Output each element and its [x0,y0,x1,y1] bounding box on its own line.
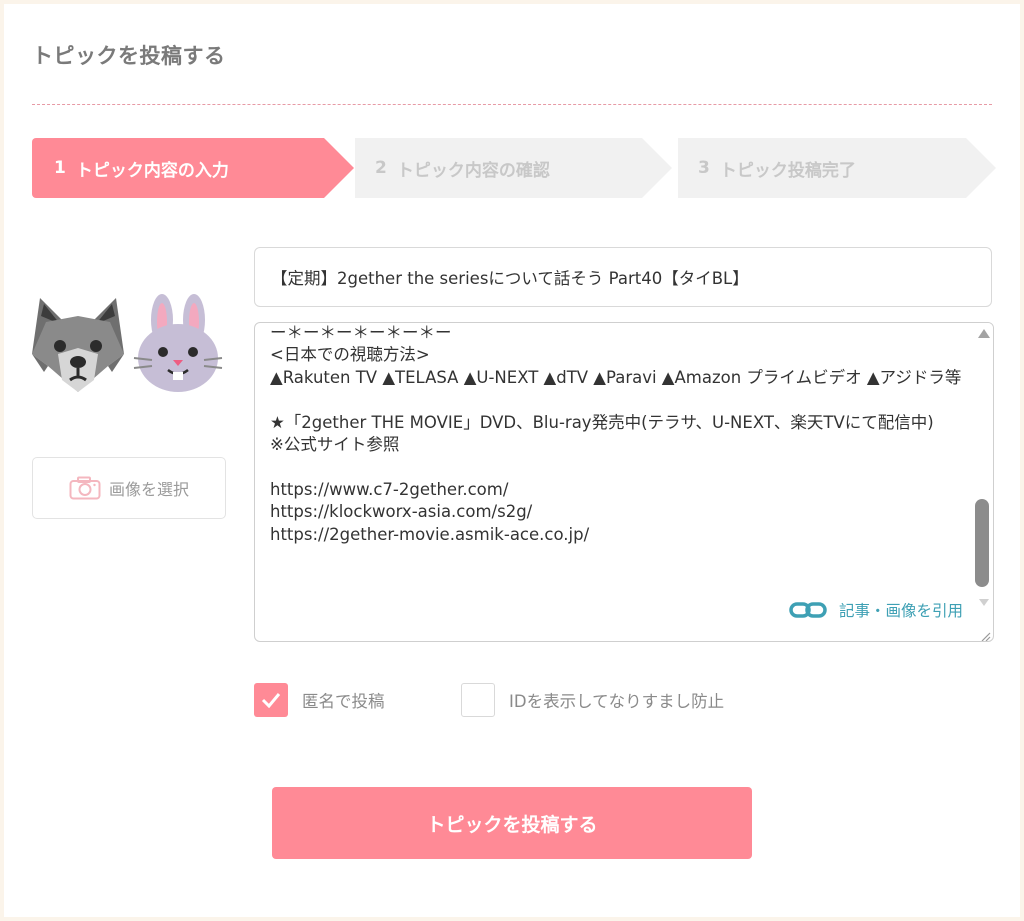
check-icon [261,693,281,708]
step-number: 3 [698,158,710,178]
cite-link-label: 記事・画像を引用 [838,602,963,620]
scroll-up-arrow-icon[interactable] [978,329,990,338]
body-scrollbar[interactable] [973,323,993,623]
step-number: 1 [54,158,66,178]
step-label: トピック内容の確認 [396,160,550,181]
show-id-checkbox[interactable] [461,683,495,717]
anonymous-label[interactable]: 匿名で投稿 [302,688,385,712]
select-image-button[interactable]: 画像を選択 [32,457,226,519]
title-divider [32,104,992,105]
show-id-label[interactable]: IDを表示してなりすまし防止 [509,688,724,712]
topic-body-text: ー＊ー＊ー＊ー＊ー＊ー <日本での視聴方法> ▲Rakuten TV ▲TELA… [270,323,962,544]
link-icon [789,601,827,619]
cite-article-image-link[interactable]: 記事・画像を引用 [788,599,963,621]
step-3-complete: 3 トピック投稿完了 [678,138,996,198]
select-image-label: 画像を選択 [108,480,189,499]
rabbit-icon [128,292,228,396]
step-label: トピック投稿完了 [719,160,856,181]
post-topic-button[interactable]: トピックを投稿する [272,787,752,859]
scroll-thumb[interactable] [975,499,989,587]
scroll-down-arrow-icon[interactable] [979,599,989,606]
topic-body-textarea[interactable]: ー＊ー＊ー＊ー＊ー＊ー <日本での視聴方法> ▲Rakuten TV ▲TELA… [254,322,994,642]
page-title: トピックを投稿する [32,44,226,68]
resize-handle-icon[interactable] [979,627,991,641]
anonymous-checkbox[interactable] [254,683,288,717]
topic-title-input[interactable] [254,247,992,307]
wolf-icon [28,292,128,396]
step-2-confirm: 2 トピック内容の確認 [355,138,672,198]
step-label: トピック内容の入力 [75,160,229,181]
step-number: 2 [375,158,387,178]
camera-icon [69,476,101,500]
step-1-input: 1 トピック内容の入力 [32,138,354,198]
